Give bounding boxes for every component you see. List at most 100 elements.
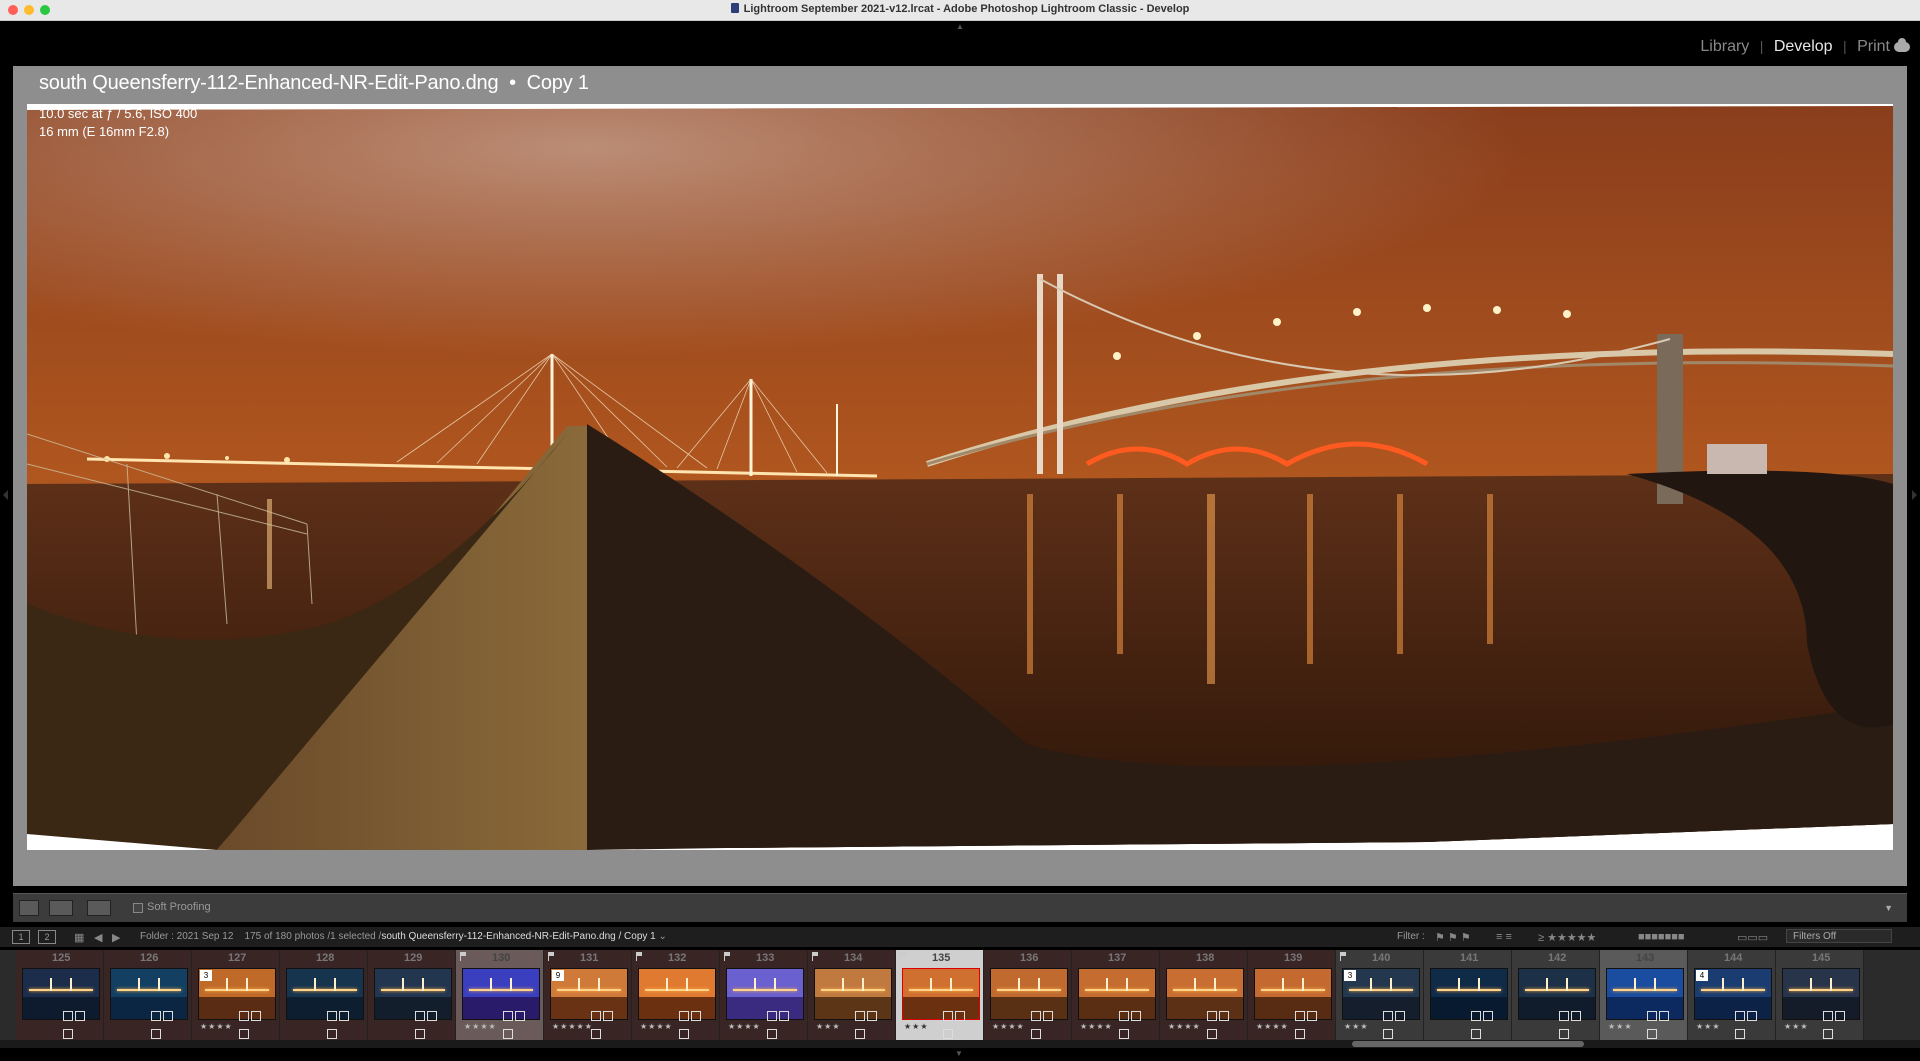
filmstrip-toggle-icon[interactable]: ▼ <box>955 1049 963 1058</box>
folder-name: Folder : 2021 Sep 12 <box>140 931 234 942</box>
filmstrip-thumbnail[interactable]: 141 <box>1424 950 1512 1040</box>
stack-count-badge[interactable]: 4 <box>1696 970 1708 981</box>
toolbar-menu-chevron-icon[interactable]: ▼ <box>1884 903 1893 913</box>
cloud-sync-icon[interactable] <box>1894 38 1910 52</box>
thumbnail-index: 138 <box>1196 952 1215 964</box>
left-panel-toggle-icon[interactable] <box>3 490 8 500</box>
thumbnail-index: 136 <box>1020 952 1039 964</box>
star-rating: ★★★★ <box>200 1022 233 1031</box>
filmstrip-thumbnail[interactable]: 125 <box>16 950 104 1040</box>
pick-flag-icon[interactable] <box>812 952 820 961</box>
filmstrip-scroll-thumb[interactable] <box>1352 1041 1584 1047</box>
thumbnail-badges-icon <box>1381 1008 1415 1039</box>
stack-count-badge[interactable]: 9 <box>552 970 564 981</box>
window-title-text: Lightroom September 2021-v12.lrcat - Ado… <box>743 3 1190 15</box>
thumbnail-index: 141 <box>1460 952 1479 964</box>
main-screen-button[interactable]: 1 <box>12 930 30 944</box>
filmstrip-thumbnail[interactable]: 143 ★★★ <box>1600 950 1688 1040</box>
thumbnail-badges-icon <box>1821 1008 1855 1039</box>
module-print[interactable]: Print <box>1857 38 1890 55</box>
right-panel-toggle-icon[interactable] <box>1912 490 1917 500</box>
filter-label: Filter : <box>1397 931 1425 942</box>
back-arrow-icon[interactable]: ◀ <box>94 931 102 944</box>
pick-flag-icon[interactable] <box>548 952 556 961</box>
develop-toolbar: Soft Proofing ▼ <box>13 893 1907 922</box>
lens-info: 16 mm (E 16mm F2.8) <box>39 124 170 139</box>
filmstrip-thumbnail[interactable]: 133 ★★★★ <box>720 950 808 1040</box>
secondary-screen-button[interactable]: 2 <box>38 930 56 944</box>
rating-filter-icon[interactable]: ≥ ★★★★★ <box>1538 931 1596 944</box>
thumbnail-badges-icon <box>237 1008 271 1039</box>
pick-flag-icon[interactable] <box>636 952 644 961</box>
photo-preview[interactable] <box>27 104 1893 850</box>
filmstrip-thumbnail[interactable]: 131 9 ★★★★★ <box>544 950 632 1040</box>
thumbnail-index: 130 <box>492 952 511 964</box>
virtual-copy-label: Copy 1 <box>526 72 589 94</box>
filmstrip-thumbnail[interactable]: 145 ★★★ <box>1776 950 1864 1040</box>
soft-proofing-checkbox[interactable] <box>133 903 143 913</box>
thumbnail-index: 144 <box>1724 952 1743 964</box>
filmstrip-thumbnail[interactable]: 134 ★★★ <box>808 950 896 1040</box>
filmstrip-thumbnail[interactable]: 127 3 ★★★★ <box>192 950 280 1040</box>
thumbnail-badges-icon <box>677 1008 711 1039</box>
pick-flag-icon[interactable] <box>460 952 468 961</box>
filmstrip-thumbnail[interactable]: 136 ★★★★ <box>984 950 1072 1040</box>
filmstrip-thumbnail[interactable]: 139 ★★★★ <box>1248 950 1336 1040</box>
stack-count-badge[interactable]: 3 <box>200 970 212 981</box>
filmstrip-thumbnail[interactable]: 126 <box>104 950 192 1040</box>
filmstrip-thumbnail[interactable]: 132 ★★★★ <box>632 950 720 1040</box>
pick-flag-icon[interactable] <box>900 952 908 961</box>
window-titlebar: Lightroom September 2021-v12.lrcat - Ado… <box>0 0 1920 21</box>
thumbnail-badges-icon <box>1557 1008 1591 1039</box>
top-panel-toggle-icon[interactable]: ▲ <box>956 22 964 31</box>
star-rating: ★★★★ <box>1080 1022 1113 1031</box>
filmstrip-thumbnail[interactable]: 128 <box>280 950 368 1040</box>
filmstrip-thumbnail[interactable]: 129 <box>368 950 456 1040</box>
filmstrip-thumbnail[interactable]: 130 ★★★★ <box>456 950 544 1040</box>
grid-view-icon[interactable]: ▦ <box>74 931 84 944</box>
filmstrip-thumbnail[interactable]: 140 3 ★★★ <box>1336 950 1424 1040</box>
thumbnail-badges-icon <box>61 1008 95 1039</box>
flag-filter-icon[interactable]: ⚑ ⚑ ⚑ <box>1435 931 1471 944</box>
module-develop[interactable]: Develop <box>1774 38 1833 55</box>
star-rating: ★★★ <box>904 1022 929 1031</box>
filmstrip-thumbnail[interactable]: 135 ★★★ <box>896 950 984 1040</box>
thumbnail-index: 142 <box>1548 952 1567 964</box>
filmstrip-scrollbar[interactable] <box>0 1040 1920 1048</box>
filmstrip-thumbnail[interactable]: 144 4 ★★★ <box>1688 950 1776 1040</box>
thumbnail-index: 128 <box>316 952 335 964</box>
star-rating: ★★★ <box>816 1022 841 1031</box>
module-picker: Library | Develop | Print <box>1700 38 1890 56</box>
bottom-bar: ▼ <box>0 1048 1920 1061</box>
thumbnail-index: 135 <box>932 952 951 964</box>
filters-dropdown[interactable]: Filters Off <box>1786 929 1892 943</box>
before-after-button[interactable] <box>49 900 73 916</box>
module-separator: | <box>1759 38 1764 54</box>
star-rating: ★★★★ <box>640 1022 673 1031</box>
filmstrip-thumbnail[interactable]: 142 <box>1512 950 1600 1040</box>
filmstrip-thumbnail[interactable]: 138 ★★★★ <box>1160 950 1248 1040</box>
star-rating: ★★★ <box>1784 1022 1809 1031</box>
pick-flag-icon[interactable] <box>1340 952 1348 961</box>
pick-flag-icon[interactable] <box>724 952 732 961</box>
forward-arrow-icon[interactable]: ▶ <box>112 931 120 944</box>
filmstrip-source-path[interactable]: Folder : 2021 Sep 12 175 of 180 photos /… <box>140 931 667 942</box>
module-library[interactable]: Library <box>1700 38 1749 55</box>
thumbnail-badges-icon <box>765 1008 799 1039</box>
stack-count-badge[interactable]: 3 <box>1344 970 1356 981</box>
thumbnail-badges-icon <box>1733 1008 1767 1039</box>
star-rating: ★★★★ <box>992 1022 1025 1031</box>
color-label-filter-icon[interactable]: ■■■■■■■ <box>1638 931 1685 943</box>
thumbnail-index: 127 <box>228 952 247 964</box>
filmstrip-thumbnail[interactable]: 137 ★★★★ <box>1072 950 1160 1040</box>
filter-presets-icon[interactable]: ▭▭▭ <box>1737 931 1768 944</box>
thumbnail-badges-icon <box>1029 1008 1063 1039</box>
thumbnail-index: 145 <box>1812 952 1831 964</box>
star-rating: ★★★ <box>1696 1022 1721 1031</box>
yy-compare-button[interactable] <box>87 900 111 916</box>
star-rating: ★★★★★ <box>552 1022 593 1031</box>
edit-filter-icon[interactable]: ≡ ≡ <box>1496 931 1512 943</box>
filmstrip-header: 1 2 ▦ ◀ ▶ Folder : 2021 Sep 12 175 of 18… <box>0 927 1920 947</box>
loupe-view-button[interactable] <box>19 900 39 916</box>
thumbnail-index: 139 <box>1284 952 1303 964</box>
